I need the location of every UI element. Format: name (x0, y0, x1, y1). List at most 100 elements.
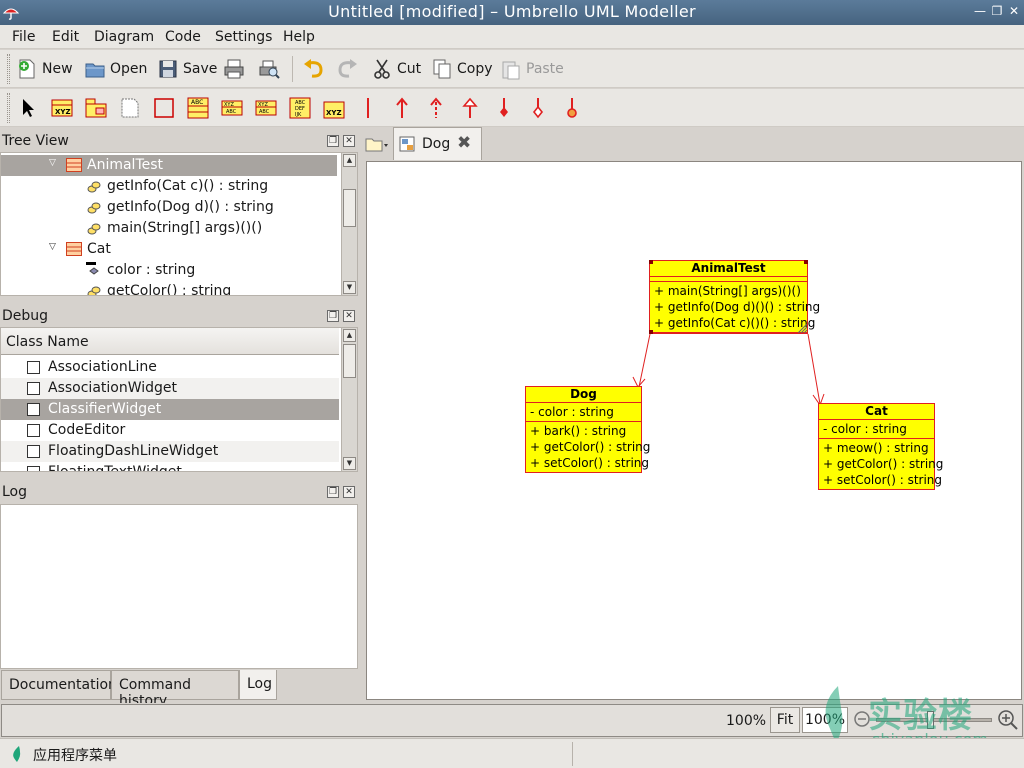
resize-grip-icon[interactable] (798, 324, 807, 333)
start-menu-label[interactable]: 应用程序菜单 (33, 745, 117, 765)
checkbox[interactable] (27, 466, 40, 471)
tab-command-history[interactable]: Command history (111, 670, 239, 709)
uml-class-animaltest[interactable]: AnimalTest + main(String[] args)()() + g… (649, 260, 820, 334)
tab-log[interactable]: Log (239, 670, 277, 700)
checkbox[interactable] (27, 424, 40, 437)
generalization-icon[interactable] (458, 96, 482, 120)
start-menu-icon[interactable] (10, 745, 24, 763)
close-icon[interactable]: ✕ (343, 486, 355, 498)
tree-item-cat[interactable]: ▽ Cat (1, 239, 337, 260)
redo-icon[interactable] (336, 57, 360, 81)
window-titlebar[interactable]: Untitled [modified] – Umbrello UML Model… (0, 0, 1024, 25)
scroll-thumb[interactable] (343, 344, 356, 378)
log-panel[interactable] (0, 504, 358, 669)
tab-documentation[interactable]: Documentation (1, 670, 117, 700)
package-tool-icon[interactable] (84, 96, 108, 120)
float-icon[interactable]: ❐ (327, 135, 339, 147)
association-line-icon[interactable] (356, 96, 380, 120)
scroll-up-icon[interactable]: ▲ (343, 154, 356, 167)
menu-code[interactable]: Code (165, 29, 201, 45)
tree-item-operation[interactable]: getColor() : string (1, 281, 337, 295)
expand-arrow-icon[interactable]: ▽ (49, 242, 56, 252)
checkbox[interactable] (27, 403, 40, 416)
close-icon[interactable]: ✕ (343, 135, 355, 147)
datatype-tool-icon[interactable]: XYZ ABC (220, 96, 244, 120)
tree-item-operation[interactable]: getInfo(Cat c)() : string (1, 176, 337, 197)
menu-settings[interactable]: Settings (215, 29, 272, 45)
enum-tool-icon[interactable]: XYZ ABC (254, 96, 278, 120)
print-preview-icon[interactable] (257, 57, 281, 81)
uml-class-cat[interactable]: Cat - color : string + meow() : string +… (818, 403, 943, 490)
menu-help[interactable]: Help (283, 29, 315, 45)
tree-item-animaltest[interactable]: ▽ AnimalTest (1, 155, 337, 176)
class-tool-icon[interactable]: XYZ (50, 96, 74, 120)
debug-list-item[interactable]: CodeEditor (1, 420, 339, 441)
containment-icon[interactable] (560, 96, 584, 120)
component-tool-icon[interactable]: XYZ (322, 96, 346, 120)
debug-list-item[interactable]: FloatingDashLineWidget (1, 441, 339, 462)
zoom-field[interactable]: 100% (802, 707, 848, 733)
association-line[interactable] (807, 333, 821, 405)
entity-tool-icon[interactable]: ABC DEF IJK (288, 96, 312, 120)
cut-button[interactable]: Cut (371, 57, 421, 81)
checkbox[interactable] (27, 361, 40, 374)
toolbar-grip[interactable] (7, 93, 10, 123)
zoom-in-icon[interactable] (997, 709, 1019, 731)
close-tab-icon[interactable]: ✖ (457, 133, 471, 153)
toolbar-grip[interactable] (7, 54, 10, 84)
menu-edit[interactable]: Edit (52, 29, 79, 45)
tree-view-scrollbar[interactable]: ▲ ▼ (341, 153, 357, 295)
expand-arrow-icon[interactable]: ▽ (49, 158, 56, 168)
undo-icon[interactable] (301, 57, 325, 81)
checkbox[interactable] (27, 445, 40, 458)
class-name-column-header[interactable]: Class Name (1, 328, 339, 355)
diagram-canvas[interactable]: AnimalTest + main(String[] args)()() + g… (366, 161, 1022, 700)
scroll-thumb[interactable] (343, 189, 356, 227)
debug-list-item[interactable]: AssociationLine (1, 357, 339, 378)
debug-list-item[interactable]: FloatingTextWidget (1, 462, 339, 471)
dependency-icon[interactable] (424, 96, 448, 120)
selection-handle[interactable] (649, 330, 653, 334)
copy-button[interactable]: Copy (431, 57, 493, 81)
float-icon[interactable]: ❐ (327, 486, 339, 498)
zoom-slider[interactable] (876, 718, 992, 722)
interface-tool-icon[interactable]: ABC (186, 96, 210, 120)
aggregation-icon[interactable] (526, 96, 550, 120)
menu-diagram[interactable]: Diagram (94, 29, 154, 45)
composition-icon[interactable] (492, 96, 516, 120)
tab-dog[interactable]: Dog ✖ (393, 127, 482, 160)
close-icon[interactable]: ✕ (1006, 3, 1022, 19)
box-tool-icon[interactable] (152, 96, 176, 120)
menu-file[interactable]: File (12, 29, 35, 45)
uml-class-dog[interactable]: Dog - color : string + bark() : string +… (525, 386, 650, 473)
debug-scrollbar[interactable]: ▲ ▼ (341, 328, 357, 471)
save-button[interactable]: Save (157, 57, 217, 81)
selection-handle[interactable] (649, 260, 653, 264)
new-button[interactable]: New (16, 57, 73, 81)
open-button[interactable]: Open (84, 57, 147, 81)
zoom-out-icon[interactable] (853, 710, 873, 730)
tree-item-operation[interactable]: main(String[] args)()() (1, 218, 337, 239)
selection-handle[interactable] (804, 260, 808, 264)
attribute: - color : string (530, 405, 614, 419)
minimize-icon[interactable]: — (972, 3, 988, 19)
fit-button[interactable]: Fit (770, 707, 800, 733)
scroll-down-icon[interactable]: ▼ (343, 281, 356, 294)
note-tool-icon[interactable] (118, 96, 142, 120)
directed-association-icon[interactable] (390, 96, 414, 120)
scroll-up-icon[interactable]: ▲ (343, 329, 356, 342)
tree-item-attribute[interactable]: color : string (1, 260, 337, 281)
select-arrow-icon[interactable] (16, 96, 40, 120)
restore-icon[interactable]: ❐ (989, 3, 1005, 19)
debug-list-item[interactable]: ClassifierWidget (1, 399, 339, 420)
zoom-slider-handle[interactable] (927, 711, 934, 729)
paste-button[interactable]: Paste (500, 57, 564, 81)
print-icon[interactable] (222, 57, 246, 81)
close-icon[interactable]: ✕ (343, 310, 355, 322)
tree-item-operation[interactable]: getInfo(Dog d)() : string (1, 197, 337, 218)
float-icon[interactable]: ❐ (327, 310, 339, 322)
scroll-down-icon[interactable]: ▼ (343, 457, 356, 470)
debug-list-item[interactable]: AssociationWidget (1, 378, 339, 399)
checkbox[interactable] (27, 382, 40, 395)
new-diagram-icon[interactable] (365, 135, 389, 153)
